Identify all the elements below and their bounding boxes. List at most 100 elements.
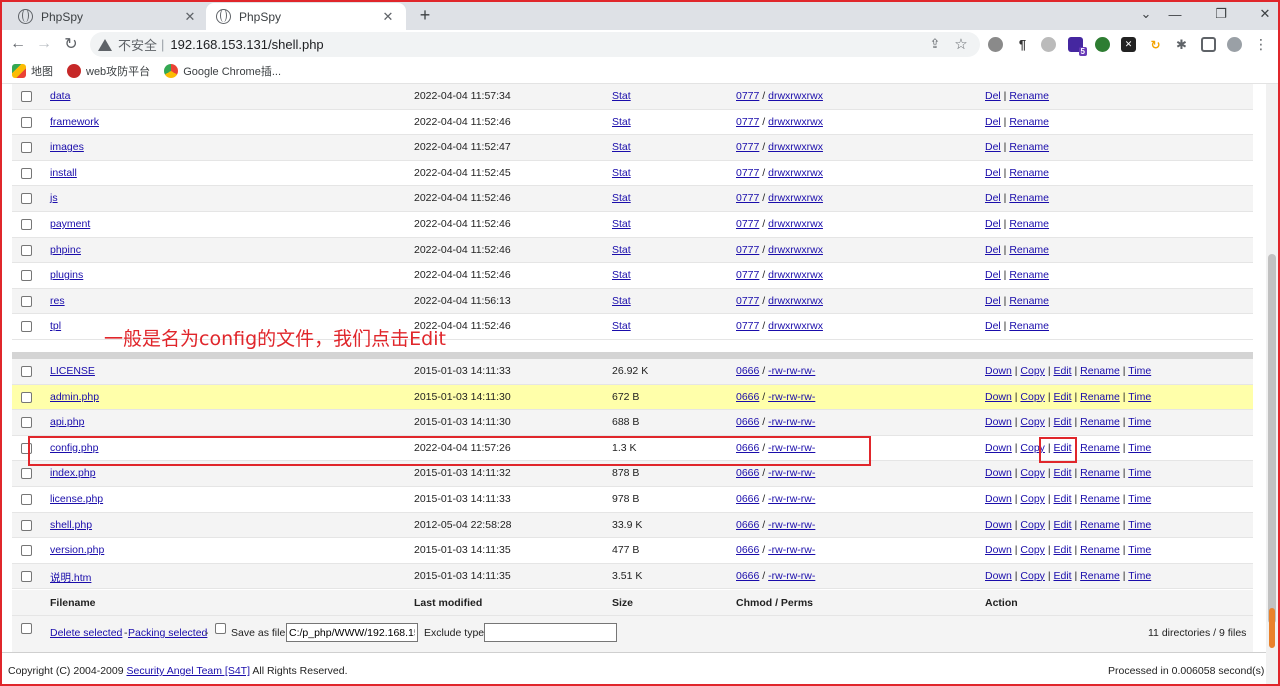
- perms-link[interactable]: -rw-rw-rw-: [768, 391, 815, 403]
- new-tab-icon[interactable]: +: [414, 4, 436, 26]
- forward-icon[interactable]: →: [33, 33, 55, 55]
- edit-link[interactable]: Edit: [1054, 365, 1072, 377]
- row-checkbox[interactable]: [21, 545, 32, 557]
- row-checkbox[interactable]: [21, 142, 32, 154]
- rename-link[interactable]: Rename: [1080, 467, 1120, 479]
- edit-link[interactable]: Edit: [1054, 416, 1072, 428]
- stat-link[interactable]: Stat: [612, 141, 631, 153]
- row-checkbox[interactable]: [21, 116, 32, 128]
- rename-link[interactable]: Rename: [1080, 493, 1120, 505]
- time-link[interactable]: Time: [1128, 493, 1151, 505]
- bookmark-web-platform[interactable]: web攻防平台: [67, 63, 150, 79]
- perms-link[interactable]: drwxrwxrwx: [768, 141, 823, 153]
- time-link[interactable]: Time: [1128, 467, 1151, 479]
- bookmark-star-icon[interactable]: ☆: [950, 33, 972, 55]
- copy-link[interactable]: Copy: [1020, 493, 1045, 505]
- stat-link[interactable]: Stat: [612, 90, 631, 102]
- green-extension-icon[interactable]: [1095, 37, 1110, 52]
- row-checkbox[interactable]: [21, 366, 32, 377]
- time-link[interactable]: Time: [1128, 365, 1151, 377]
- file-link[interactable]: admin.php: [50, 391, 99, 403]
- chmod-link[interactable]: 0777: [736, 90, 759, 102]
- tab-phpspy-2[interactable]: PhpSpy ✕: [206, 3, 406, 30]
- directory-link[interactable]: install: [50, 167, 77, 179]
- chmod-link[interactable]: 0666: [736, 391, 759, 403]
- team-link[interactable]: Security Angel Team [S4T]: [126, 665, 250, 677]
- rename-link[interactable]: Rename: [1080, 544, 1120, 556]
- row-checkbox[interactable]: [21, 270, 32, 282]
- row-checkbox[interactable]: [21, 244, 32, 256]
- edit-link[interactable]: Edit: [1054, 467, 1072, 479]
- edit-link[interactable]: Edit: [1054, 493, 1072, 505]
- time-link[interactable]: Time: [1128, 519, 1151, 531]
- page-scrollbar[interactable]: [1266, 84, 1278, 684]
- perms-link[interactable]: drwxrwxrwx: [768, 116, 823, 128]
- directory-link[interactable]: phpinc: [50, 244, 81, 256]
- chmod-link[interactable]: 0777: [736, 116, 759, 128]
- time-link[interactable]: Time: [1128, 544, 1151, 556]
- chmod-link[interactable]: 0666: [736, 519, 759, 531]
- edit-link[interactable]: Edit: [1054, 391, 1072, 403]
- file-link[interactable]: index.php: [50, 467, 96, 479]
- chmod-link[interactable]: 0777: [736, 320, 759, 332]
- directory-link[interactable]: payment: [50, 218, 90, 230]
- del-link[interactable]: Del: [985, 141, 1001, 153]
- copy-link[interactable]: Copy: [1020, 519, 1045, 531]
- file-link[interactable]: version.php: [50, 544, 104, 556]
- stat-link[interactable]: Stat: [612, 244, 631, 256]
- packing-selected-link[interactable]: Packing selected: [128, 627, 207, 639]
- perms-link[interactable]: drwxrwxrwx: [768, 90, 823, 102]
- close-icon[interactable]: ✕: [380, 9, 396, 25]
- stat-link[interactable]: Stat: [612, 269, 631, 281]
- perms-link[interactable]: drwxrwxrwx: [768, 192, 823, 204]
- down-link[interactable]: Down: [985, 416, 1012, 428]
- maximize-icon[interactable]: ❐: [1206, 3, 1236, 25]
- address-bar[interactable]: 不安全 | 192.168.153.131/shell.php: [90, 32, 980, 57]
- down-link[interactable]: Down: [985, 544, 1012, 556]
- del-link[interactable]: Del: [985, 90, 1001, 102]
- row-checkbox[interactable]: [21, 219, 32, 230]
- perms-link[interactable]: drwxrwxrwx: [768, 218, 823, 230]
- row-checkbox[interactable]: [21, 468, 32, 480]
- time-link[interactable]: Time: [1128, 570, 1151, 582]
- row-checkbox[interactable]: [21, 519, 32, 531]
- x-extension-icon[interactable]: ✕: [1121, 37, 1136, 52]
- refresh-extension-icon[interactable]: ↻: [1148, 37, 1163, 52]
- exclude-type-input[interactable]: [484, 623, 617, 642]
- stat-link[interactable]: Stat: [612, 218, 631, 230]
- copy-link[interactable]: Copy: [1020, 416, 1045, 428]
- chmod-link[interactable]: 0666: [736, 467, 759, 479]
- rename-link[interactable]: Rename: [1080, 391, 1120, 403]
- side-panel-icon[interactable]: [1201, 37, 1216, 52]
- rename-link[interactable]: Rename: [1080, 416, 1120, 428]
- perms-link[interactable]: drwxrwxrwx: [768, 167, 823, 179]
- perms-link[interactable]: -rw-rw-rw-: [768, 570, 815, 582]
- rename-link[interactable]: Rename: [1009, 141, 1049, 153]
- chmod-link[interactable]: 0777: [736, 141, 759, 153]
- file-link[interactable]: LICENSE: [50, 365, 95, 377]
- paragraph-icon[interactable]: ¶: [1015, 37, 1030, 52]
- rename-link[interactable]: Rename: [1080, 442, 1120, 454]
- edit-link[interactable]: Edit: [1054, 442, 1072, 454]
- scrollbar-thumb[interactable]: [1268, 254, 1276, 624]
- menu-icon[interactable]: ⋮: [1250, 33, 1272, 55]
- del-link[interactable]: Del: [985, 218, 1001, 230]
- extension-icon[interactable]: [988, 37, 1003, 52]
- chmod-link[interactable]: 0666: [736, 365, 759, 377]
- copy-link[interactable]: Copy: [1020, 544, 1045, 556]
- perms-link[interactable]: drwxrwxrwx: [768, 320, 823, 332]
- file-link[interactable]: api.php: [50, 416, 84, 428]
- perms-link[interactable]: -rw-rw-rw-: [768, 365, 815, 377]
- perms-link[interactable]: -rw-rw-rw-: [768, 442, 815, 454]
- directory-link[interactable]: data: [50, 90, 70, 102]
- reload-icon[interactable]: ↻: [60, 33, 82, 55]
- close-icon[interactable]: ✕: [182, 9, 198, 25]
- tab-phpspy-1[interactable]: PhpSpy ✕: [8, 3, 208, 30]
- chmod-link[interactable]: 0666: [736, 544, 759, 556]
- chmod-link[interactable]: 0666: [736, 493, 759, 505]
- chmod-link[interactable]: 0777: [736, 295, 759, 307]
- down-link[interactable]: Down: [985, 570, 1012, 582]
- save-as-file-checkbox[interactable]: [215, 623, 226, 634]
- extension-badge-icon[interactable]: 5: [1068, 37, 1087, 56]
- perms-link[interactable]: -rw-rw-rw-: [768, 467, 815, 479]
